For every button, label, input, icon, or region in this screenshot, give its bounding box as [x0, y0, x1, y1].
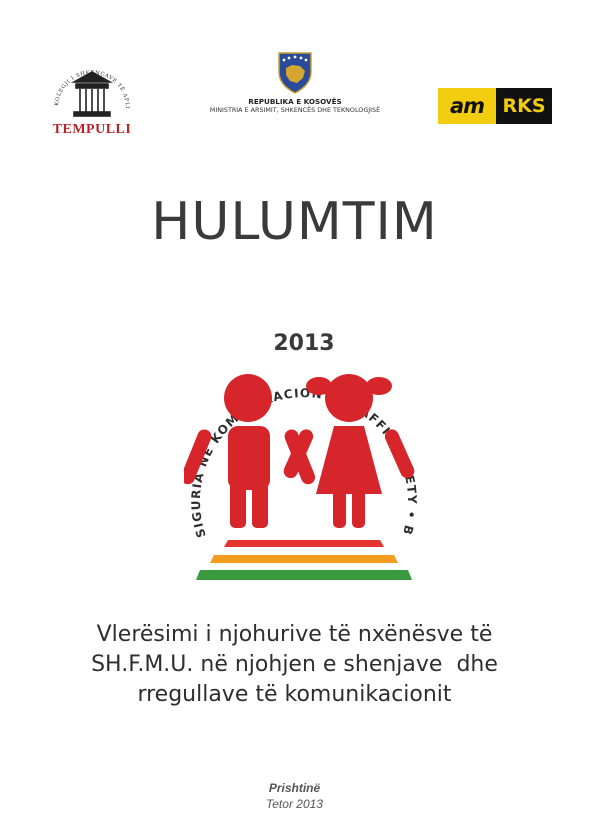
page-title: HULUMTIM	[151, 192, 438, 252]
footer-date: Tetor 2013	[266, 797, 323, 811]
tempulli-logo: KOLEGJI I SHKENCAVE TË APLIKUARA TEKNIKE…	[33, 48, 148, 142]
tempulli-name: TEMPULLI	[52, 122, 132, 137]
stripe-red	[224, 540, 384, 547]
stripe-orange	[210, 555, 398, 563]
kosovo-line1: REPUBLIKA E KOSOVËS	[248, 97, 342, 106]
subtitle: Vlerësimi i njohurive të nxënësve të SH.…	[40, 620, 549, 710]
kosovo-ministry-logo: REPUBLIKA E KOSOVËS MINISTRIA E ARSIMIT,…	[180, 48, 410, 128]
footer: Prishtinë Tetor 2013	[0, 780, 589, 812]
subtitle-line1: Vlerësimi i njohurive të nxënësve të	[96, 622, 493, 647]
logo-row: KOLEGJI I SHKENCAVE TË APLIKUARA TEKNIKE…	[0, 40, 589, 140]
subtitle-line3: rregullave të komunikacionit	[137, 682, 452, 707]
stripe-green	[196, 570, 412, 580]
traffic-safety-emblem: SIGURIA NË KOMUNIKACION • TRAFFIC SAFETY…	[178, 286, 424, 598]
amrks-rks: RKS	[496, 88, 552, 124]
emblem-year: 2013	[273, 331, 334, 356]
kosovo-shield-icon	[278, 52, 312, 94]
traffic-safety-emblem-graphic: SIGURIA NË KOMUNIKACION • TRAFFIC SAFETY…	[178, 286, 418, 580]
kosovo-line2: MINISTRIA E ARSIMIT, SHKENCËS DHE TEKNOL…	[209, 106, 381, 114]
subtitle-line2: SH.F.M.U. në njohjen e shenjave dhe	[91, 652, 498, 677]
tempulli-emblem-icon: KOLEGJI I SHKENCAVE TË APLIKUARA TEKNIKE	[33, 48, 129, 117]
footer-city: Prishtinë	[268, 781, 321, 795]
amrks-am: am	[438, 88, 496, 124]
amrks-logo: am RKS	[438, 88, 552, 124]
